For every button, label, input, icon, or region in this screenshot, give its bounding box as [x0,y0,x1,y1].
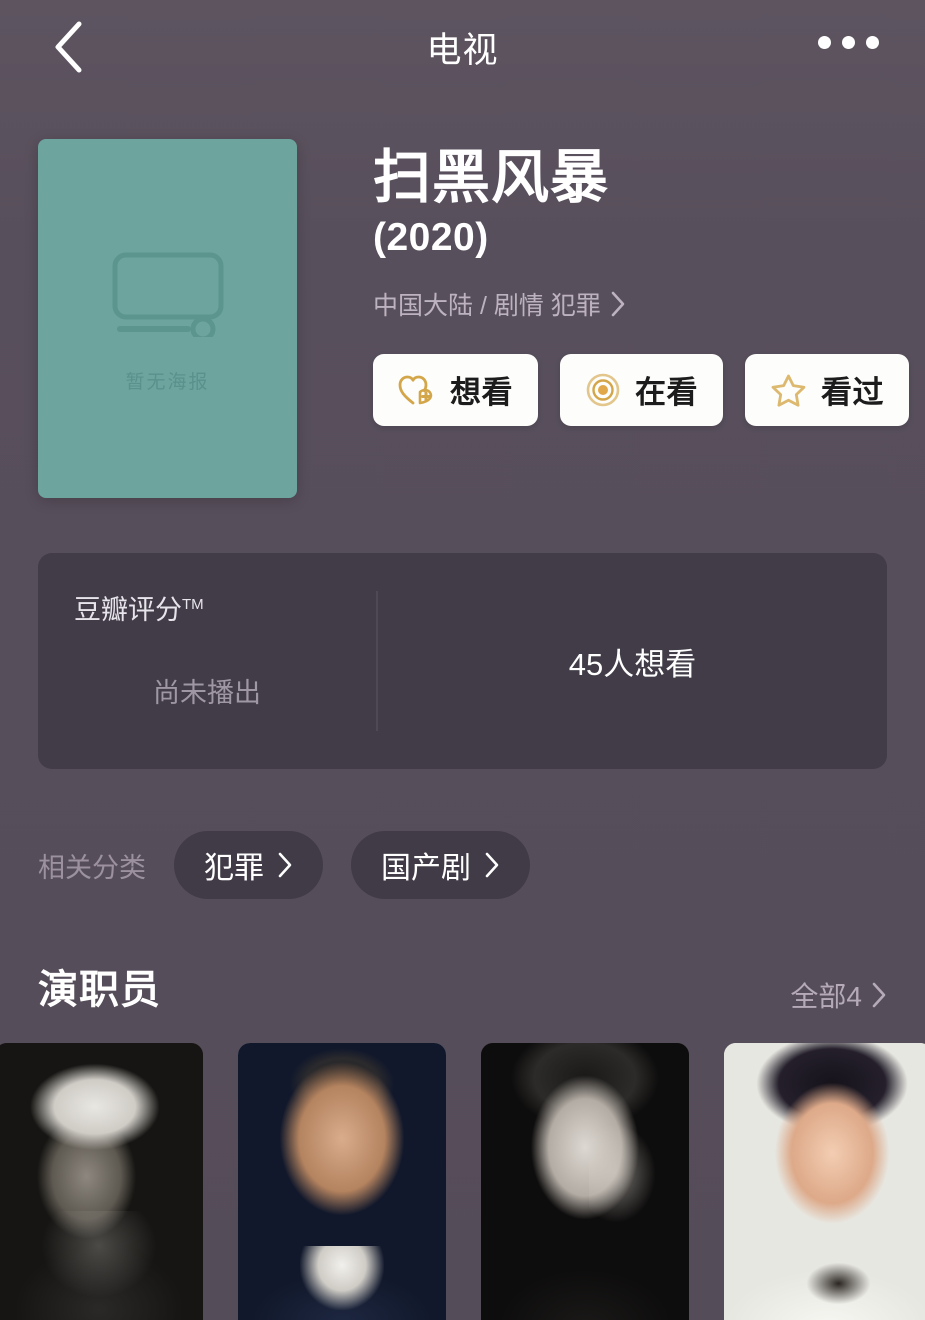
want-to-watch-button[interactable]: 想看 [373,353,538,426]
movie-meta-link[interactable]: 中国大陆 / 剧情 犯罪 [373,286,909,322]
hero-section: 暂无海报 扫黑风暴 (2020) 中国大陆 / 剧情 犯罪 想看 在看 看过 [0,95,925,498]
cast-view-all-label: 全部4 [790,981,862,1012]
movie-year: (2020) [373,215,489,259]
cast-view-all-link[interactable]: 全部4 [790,975,887,1015]
cast-member-photo-4 [724,1043,925,1320]
chevron-right-icon [485,852,499,878]
cast-member-photo-3 [481,1043,689,1320]
poster-placeholder[interactable]: 暂无海报 [38,139,297,498]
heart-plus-icon [398,375,433,405]
chevron-left-icon [55,21,82,73]
movie-meta-text: 中国大陆 / 剧情 犯罪 [373,291,601,320]
category-tag-domestic-drama[interactable]: 国产剧 [351,831,530,899]
target-dot-icon [586,373,620,406]
cast-member-photo-2 [238,1043,446,1320]
trademark-mark: TM [182,596,204,613]
movie-title: 扫黑风暴 [373,145,610,210]
want-count-value: 45人想看 [568,646,697,682]
more-horizontal-icon-dot-1 [818,36,831,49]
cast-member-card-2[interactable] [238,1043,446,1320]
title-block: 扫黑风暴 (2020) 中国大陆 / 剧情 犯罪 想看 在看 看过 [297,139,909,498]
tv-monitor-icon [112,252,223,337]
cast-member-card-4[interactable] [724,1043,925,1320]
movie-detail-screen: 电视 暂无海报 扫黑风暴 (2020) 中国大陆 / 剧情 犯罪 想看 在看 看… [0,0,925,1320]
back-button[interactable] [38,16,98,78]
category-tag-domestic-drama-label: 国产剧 [381,852,471,885]
chevron-right-icon [872,982,886,1008]
star-outline-icon [771,374,806,407]
rating-card[interactable]: 豆瓣评分TM 尚未播出 45人想看 [38,553,887,769]
watching-label: 在看 [635,375,698,411]
chevron-right-icon [278,852,292,878]
related-categories: 相关分类 犯罪 国产剧 [38,831,925,899]
rating-source-label: 豆瓣评分TM [74,588,204,627]
watched-label: 看过 [821,375,884,411]
cast-section-title: 演职员 [38,968,161,1012]
want-to-watch-label: 想看 [450,375,513,411]
app-header: 电视 [0,0,925,95]
poster-empty-label: 暂无海报 [125,372,210,393]
cast-member-card-3[interactable] [481,1043,689,1320]
more-horizontal-icon-dot-3 [866,36,879,49]
cast-member-card-1[interactable] [0,1043,203,1320]
want-count-section: 45人想看 [378,553,887,769]
more-options-button[interactable] [814,26,883,59]
rating-source-text: 豆瓣评分 [74,595,182,625]
watching-button[interactable]: 在看 [560,353,723,426]
cast-member-photo-1 [0,1043,203,1320]
page-title: 电视 [426,31,499,70]
cast-carousel[interactable] [0,1043,925,1320]
rating-score-section: 豆瓣评分TM 尚未播出 [38,553,376,769]
watched-button[interactable]: 看过 [745,353,909,426]
chevron-right-icon [611,291,625,316]
category-tag-crime-label: 犯罪 [204,852,264,885]
category-tag-crime[interactable]: 犯罪 [174,831,323,899]
cast-section-header: 演职员 全部4 [38,957,887,1015]
rating-status: 尚未播出 [153,678,261,708]
more-horizontal-icon-dot-2 [842,36,855,49]
related-categories-label: 相关分类 [38,852,146,883]
action-buttons: 想看 在看 看过 [373,353,909,426]
